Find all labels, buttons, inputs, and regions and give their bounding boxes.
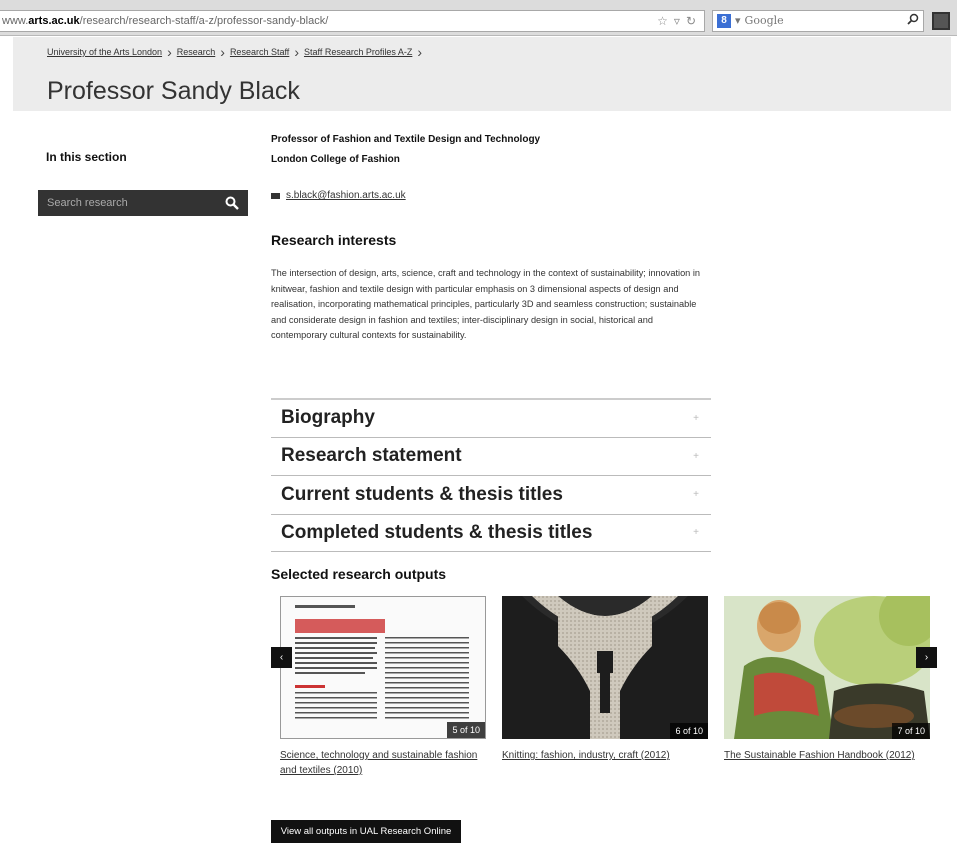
breadcrumb: University of the Arts London › Research… (47, 44, 423, 60)
accordion-label: Current students & thesis titles (281, 483, 563, 505)
search-magnifier-icon[interactable] (907, 13, 919, 25)
slide-counter: 5 of 10 (447, 722, 485, 738)
output-cover-image[interactable]: 7 of 10 (724, 596, 930, 739)
output-cover-image[interactable]: 6 of 10 (502, 596, 708, 739)
history-dropdown-icon[interactable]: ▿ (674, 11, 680, 31)
slide-counter: 6 of 10 (670, 723, 708, 739)
research-search-placeholder: Search research (47, 197, 128, 209)
page-header: University of the Arts London › Research… (13, 37, 951, 111)
accordion-biography[interactable]: Biography + (271, 398, 711, 437)
expand-plus-icon: + (693, 412, 699, 424)
output-title-link[interactable]: Science, technology and sustainable fash… (280, 748, 486, 778)
expand-plus-icon: + (693, 489, 699, 501)
research-outputs-carousel: 5 of 10 Science, technology and sustaina… (13, 596, 943, 786)
accordion-label: Completed students & thesis titles (281, 521, 593, 543)
chevron-right-icon: › (294, 44, 299, 60)
breadcrumb-research[interactable]: Research (177, 47, 216, 57)
browser-menu-icon[interactable] (932, 12, 950, 30)
carousel-next-button[interactable]: › (916, 647, 937, 668)
browser-search-field[interactable]: 8 ▾ Google (712, 10, 924, 32)
address-bar-icons: ☆ ▿ ↻ (657, 11, 696, 31)
accordion-label: Research statement (281, 445, 462, 467)
output-title-link[interactable]: Knitting: fashion, industry, craft (2012… (502, 748, 708, 763)
accordion-research-statement[interactable]: Research statement + (271, 436, 711, 476)
research-interests-text: The intersection of design, arts, scienc… (271, 268, 700, 341)
output-card[interactable]: 5 of 10 Science, technology and sustaina… (280, 596, 486, 778)
accordion-completed-students[interactable]: Completed students & thesis titles + (271, 513, 711, 552)
job-title: Professor of Fashion and Textile Design … (271, 134, 541, 145)
profile-accordion: Biography + Research statement + Current… (271, 398, 711, 552)
output-card[interactable]: 6 of 10 Knitting: fashion, industry, cra… (502, 596, 708, 763)
url-path: /research/research-staff/a-z/professor-s… (79, 15, 329, 27)
google-engine-icon[interactable]: 8 (717, 14, 731, 28)
search-icon[interactable] (225, 196, 239, 210)
view-all-outputs-button[interactable]: View all outputs in UAL Research Online (271, 820, 461, 843)
chevron-right-icon: › (167, 44, 172, 60)
chevron-right-icon: › (220, 44, 225, 60)
slide-counter: 7 of 10 (892, 723, 930, 739)
breadcrumb-research-staff[interactable]: Research Staff (230, 47, 289, 57)
research-outputs-heading: Selected research outputs (271, 566, 447, 582)
expand-plus-icon: + (693, 527, 699, 539)
college-name: London College of Fashion (271, 154, 400, 165)
research-interests-heading: Research interests (271, 232, 397, 248)
reload-icon[interactable]: ↻ (686, 11, 696, 31)
bookmark-star-icon[interactable]: ☆ (657, 11, 668, 31)
accordion-label: Biography (281, 407, 375, 429)
research-search-input[interactable]: Search research (38, 190, 248, 216)
url-domain: arts.ac.uk (28, 15, 80, 27)
output-title-link[interactable]: The Sustainable Fashion Handbook (2012) (724, 748, 930, 763)
output-cover-image[interactable]: 5 of 10 (280, 596, 486, 739)
email-row: s.black@fashion.arts.ac.uk (271, 190, 406, 201)
breadcrumb-profiles-az[interactable]: Staff Research Profiles A-Z (304, 47, 412, 57)
engine-dropdown-icon[interactable]: ▾ (735, 11, 741, 31)
sidebar-heading: In this section (46, 150, 127, 164)
address-bar[interactable]: www.arts.ac.uk/research/research-staff/a… (0, 10, 705, 32)
url-prefix: www. (2, 15, 29, 27)
carousel-prev-button[interactable]: ‹ (271, 647, 292, 668)
breadcrumb-ual[interactable]: University of the Arts London (47, 47, 162, 57)
chevron-right-icon: › (417, 44, 423, 60)
page-title: Professor Sandy Black (47, 77, 300, 105)
browser-search-placeholder: Google (744, 14, 784, 27)
expand-plus-icon: + (693, 450, 699, 462)
email-link[interactable]: s.black@fashion.arts.ac.uk (286, 190, 406, 201)
accordion-current-students[interactable]: Current students & thesis titles + (271, 475, 711, 514)
envelope-icon (271, 192, 280, 199)
output-card[interactable]: 7 of 10 The Sustainable Fashion Handbook… (724, 596, 930, 763)
browser-toolbar: www.arts.ac.uk/research/research-staff/a… (0, 0, 957, 36)
